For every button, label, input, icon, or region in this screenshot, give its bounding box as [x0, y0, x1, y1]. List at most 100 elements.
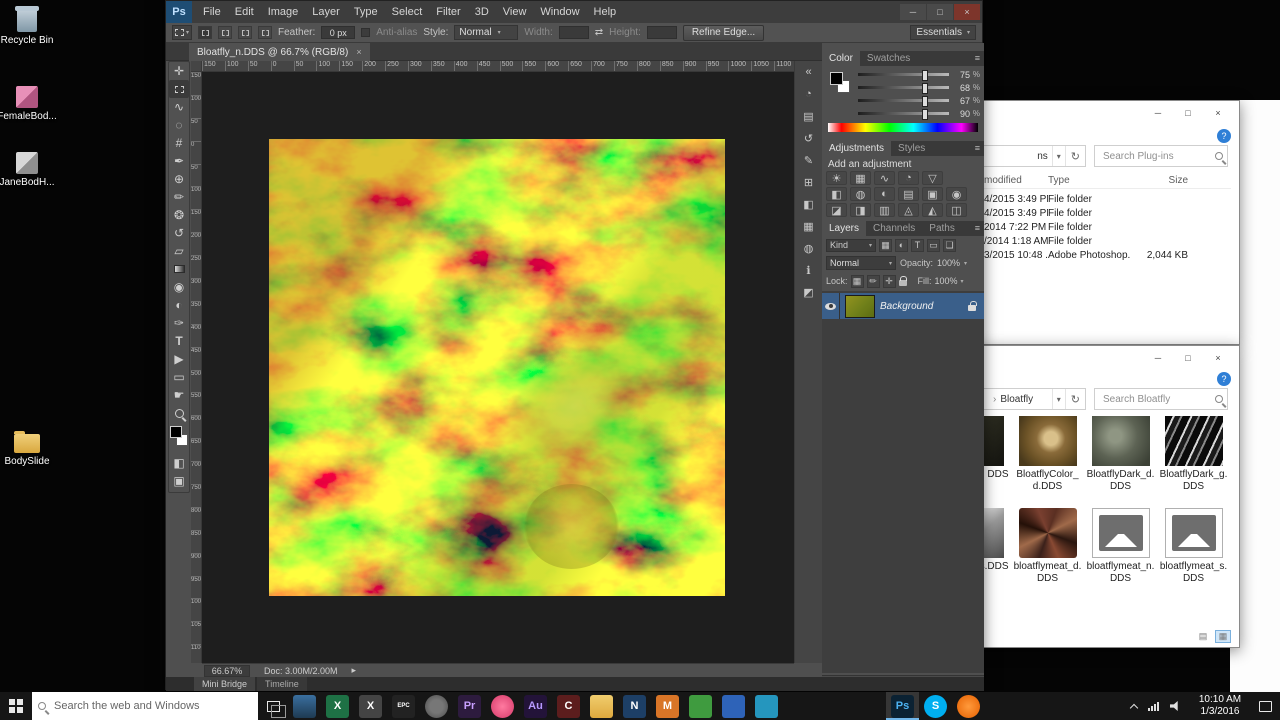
panel-menu-icon[interactable]: ≡ [975, 141, 984, 156]
pen-tool[interactable]: ✑ [169, 314, 189, 332]
crop-tool[interactable]: # [169, 134, 189, 152]
adjustment-icon[interactable]: ▥ [874, 203, 895, 217]
document-tab[interactable]: Bloatfly_n.DDS @ 66.7% (RGB/8) × [189, 43, 370, 61]
brush-panel-icon[interactable]: ✎ [797, 149, 821, 171]
ruler-origin[interactable] [191, 61, 202, 72]
file-tile[interactable]: BloatflyColor_d.DDS [1011, 416, 1084, 494]
tab-swatches[interactable]: Swatches [860, 51, 917, 66]
taskbar-app[interactable] [288, 692, 321, 720]
close-button[interactable]: × [1203, 348, 1233, 368]
taskbar-app-browser[interactable] [952, 692, 985, 720]
help-icon[interactable]: ? [1217, 129, 1231, 143]
slider-track[interactable] [858, 96, 949, 107]
file-tile[interactable]: bloatflymeat_s.DDS [1157, 508, 1230, 586]
taskbar-app[interactable]: X [321, 692, 354, 720]
menu-filter[interactable]: Filter [429, 1, 467, 23]
layer-filter-kind-select[interactable]: Kind ▾ [826, 238, 876, 252]
path-selection-tool[interactable]: ▶ [169, 350, 189, 368]
file-tile[interactable]: BloatflyDark_d.DDS [1084, 416, 1157, 494]
photoshop-window[interactable]: Ps File Edit Image Layer Type Select Fil… [165, 0, 984, 691]
adjustment-icon[interactable]: ☀ [826, 171, 847, 185]
adjustment-icon[interactable]: ▽ [922, 171, 943, 185]
properties-panel-icon[interactable]: ▤ [797, 105, 821, 127]
adjustment-icon[interactable]: ▦ [850, 171, 871, 185]
layer-visibility-toggle[interactable] [822, 293, 840, 319]
tab-timeline[interactable]: Timeline [257, 677, 307, 691]
color-slider[interactable]: 90 % [858, 107, 980, 120]
file-tile[interactable]: bloatflymeat_n.DDS [1084, 508, 1157, 586]
maximize-button[interactable]: □ [1173, 348, 1203, 368]
search-input[interactable] [1101, 392, 1215, 406]
chevron-down-icon[interactable]: ▾ [961, 278, 964, 285]
opacity-value[interactable]: 100% [937, 258, 960, 268]
search-input[interactable] [1101, 149, 1215, 163]
chevron-down-icon[interactable]: ▾ [1051, 389, 1065, 409]
menu-window[interactable]: Window [533, 1, 586, 23]
taskbar-app[interactable]: M [651, 692, 684, 720]
file-tile[interactable]: bloatflymeat_d.DDS [1011, 508, 1084, 586]
menu-edit[interactable]: Edit [228, 1, 261, 23]
navigator-panel-icon[interactable]: ◍ [797, 237, 821, 259]
menu-layer[interactable]: Layer [305, 1, 347, 23]
desktop-icon-femalebody[interactable]: FemaleBod... [0, 84, 57, 122]
lock-all-icon[interactable] [898, 276, 908, 286]
desktop-icon-bodyslide[interactable]: BodySlide [0, 428, 54, 467]
file-tile[interactable]: BloatflyDark_g.DDS [1157, 416, 1230, 494]
lock-position-icon[interactable]: ✛ [882, 274, 896, 288]
lock-transparency-icon[interactable]: ▦ [850, 274, 864, 288]
breadcrumb[interactable]: Bloatfly [996, 394, 1051, 405]
desktop-icon-recycle-bin[interactable]: Recycle Bin [0, 6, 54, 46]
width-input[interactable] [558, 26, 589, 39]
details-view-button[interactable]: ▤ [1195, 630, 1211, 643]
swap-dimensions-icon[interactable]: ⇄ [595, 27, 603, 38]
feather-input[interactable]: 0 px [321, 26, 356, 39]
tray-expand-icon[interactable] [1129, 703, 1139, 712]
menu-3d[interactable]: 3D [468, 1, 496, 23]
start-button[interactable] [0, 692, 32, 720]
taskbar-app[interactable]: N [618, 692, 651, 720]
eraser-tool[interactable]: ▱ [169, 242, 189, 260]
tab-color[interactable]: Color [822, 51, 860, 66]
adjustment-icon[interactable]: ◉ [946, 187, 967, 201]
clone-source-panel-icon[interactable]: ⊞ [797, 171, 821, 193]
screen-mode-button[interactable]: ▣ [169, 472, 189, 490]
refine-edge-button[interactable]: Refine Edge... [682, 24, 765, 41]
foreground-color-swatch[interactable] [830, 72, 843, 85]
height-input[interactable] [646, 26, 677, 39]
tab-paths[interactable]: Paths [922, 221, 962, 236]
color-slider[interactable]: 75 % [858, 68, 980, 81]
taskbar-app-photoshop[interactable]: Ps [886, 692, 919, 720]
adjustment-icon[interactable]: ▤ [898, 187, 919, 201]
chevron-down-icon[interactable]: ▾ [1051, 146, 1065, 166]
adjustment-icon[interactable]: ◭ [922, 203, 943, 217]
layer-thumbnail[interactable] [845, 294, 875, 318]
lock-pixels-icon[interactable]: ✏ [866, 274, 880, 288]
shape-tool[interactable]: ▭ [169, 368, 189, 386]
taskbar-app[interactable]: Pr [453, 692, 486, 720]
menu-image[interactable]: Image [261, 1, 306, 23]
filter-shape-layers-icon[interactable]: ▭ [927, 238, 940, 252]
volume-icon[interactable] [1170, 701, 1178, 711]
channels-panel-icon[interactable]: ▦ [797, 215, 821, 237]
taskbar-app-skype[interactable]: S [919, 692, 952, 720]
close-tab-icon[interactable]: × [356, 47, 361, 57]
eyedropper-tool[interactable]: ✒ [169, 152, 189, 170]
taskbar-clock[interactable]: 10:10 AM 1/3/2016 [1192, 694, 1248, 718]
hand-tool[interactable]: ☛ [169, 386, 189, 404]
tab-adjustments[interactable]: Adjustments [822, 141, 892, 156]
dodge-tool[interactable]: ◐ [169, 296, 189, 314]
filter-pixel-layers-icon[interactable]: ▦ [879, 238, 892, 252]
history-panel-icon[interactable]: ◔ [797, 83, 821, 105]
move-tool[interactable]: ✛ [169, 62, 189, 80]
panel-menu-icon[interactable]: ≡ [975, 221, 984, 236]
adjustment-icon[interactable]: ◍ [850, 187, 871, 201]
selection-mode-add[interactable] [218, 26, 232, 39]
taskbar-app[interactable] [684, 692, 717, 720]
type-tool[interactable]: T [169, 332, 189, 350]
fill-value[interactable]: 100% [935, 276, 958, 286]
desktop-icon-janebody[interactable]: JaneBodH... [0, 150, 55, 188]
search-box[interactable] [1094, 145, 1228, 167]
blur-tool[interactable]: ◉ [169, 278, 189, 296]
marquee-tool[interactable] [169, 80, 189, 98]
selection-mode-subtract[interactable] [238, 26, 252, 39]
